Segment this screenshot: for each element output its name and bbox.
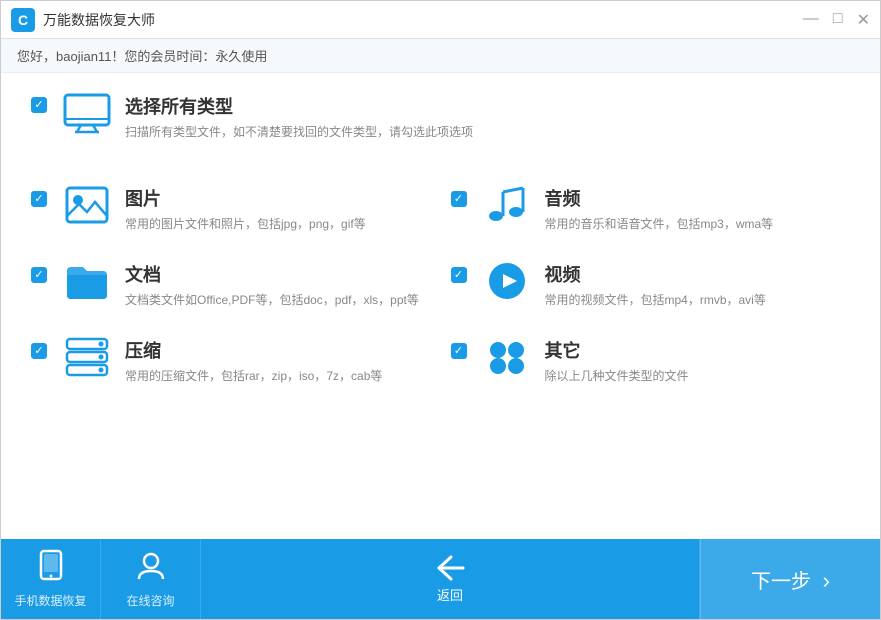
option-compress: 压缩 常用的压缩文件，包括rar，zip，iso，7z，cab等	[31, 323, 431, 399]
select-all-text: 选择所有类型 扫描所有类型文件，如不清楚要找回的文件类型，请勾选此项选项	[125, 93, 473, 141]
document-checkbox[interactable]	[31, 267, 47, 283]
option-image: 图片 常用的图片文件和照片，包括jpg，png，gif等	[31, 171, 431, 247]
compress-text: 压缩 常用的压缩文件，包括rar，zip，iso，7z，cab等	[125, 337, 382, 385]
video-checkbox[interactable]	[451, 267, 467, 283]
document-label: 文档	[125, 261, 419, 287]
compress-description: 常用的压缩文件，包括rar，zip，iso，7z，cab等	[125, 367, 382, 385]
monitor-icon	[63, 93, 111, 133]
phone-recovery-button[interactable]: 手机数据恢复	[1, 539, 101, 619]
back-button[interactable]: 返回	[201, 539, 700, 619]
phone-recovery-icon	[35, 549, 67, 588]
online-consult-label: 在线咨询	[126, 592, 174, 609]
next-text-label: 下一步	[751, 571, 811, 593]
option-video: 视频 常用的视频文件，包括mp4，rmvb，avi等	[451, 247, 851, 323]
options-grid: 图片 常用的图片文件和照片，包括jpg，png，gif等	[31, 171, 850, 399]
audio-icon	[486, 186, 528, 224]
compress-checkbox[interactable]	[31, 343, 47, 359]
next-button[interactable]: 下一步 ›	[700, 539, 880, 619]
video-label: 视频	[545, 261, 766, 287]
image-description: 常用的图片文件和照片，包括jpg，png，gif等	[125, 215, 366, 233]
video-icon-wrap	[483, 261, 531, 301]
compress-icon	[65, 337, 109, 377]
window-controls: — □ ✕	[803, 10, 870, 30]
app-logo: C	[11, 8, 35, 32]
select-all-row: 选择所有类型 扫描所有类型文件，如不清楚要找回的文件类型，请勾选此项选项	[31, 93, 850, 141]
main-content: 选择所有类型 扫描所有类型文件，如不清楚要找回的文件类型，请勾选此项选项	[1, 73, 880, 539]
image-icon-wrap	[63, 185, 111, 225]
other-checkbox-wrap	[451, 343, 467, 359]
main-window: C 万能数据恢复大师 — □ ✕ 您好，baojian11！您的会员时间：永久使…	[0, 0, 881, 620]
other-icon-wrap	[483, 337, 531, 377]
option-other: 其它 除以上几种文件类型的文件	[451, 323, 851, 399]
next-label: 下一步 ›	[751, 565, 830, 594]
titlebar: C 万能数据恢复大师 — □ ✕	[1, 1, 880, 39]
back-btn-content: 返回	[435, 555, 465, 604]
next-arrow-icon: ›	[823, 568, 830, 593]
audio-icon-wrap	[483, 185, 531, 225]
other-icon	[486, 338, 528, 376]
select-all-description: 扫描所有类型文件，如不清楚要找回的文件类型，请勾选此项选项	[125, 123, 473, 141]
other-description: 除以上几种文件类型的文件	[545, 367, 689, 385]
audio-description: 常用的音乐和语音文件，包括mp3，wma等	[545, 215, 774, 233]
footer: 手机数据恢复 在线咨询 返回	[1, 539, 880, 619]
audio-checkbox[interactable]	[451, 191, 467, 207]
monitor-icon-wrap	[63, 93, 111, 133]
select-all-label: 选择所有类型	[125, 93, 473, 119]
image-icon	[65, 186, 109, 224]
phone-recovery-label: 手机数据恢复	[14, 592, 86, 609]
video-checkbox-wrap	[451, 267, 467, 283]
document-icon-wrap	[63, 261, 111, 301]
audio-text: 音频 常用的音乐和语音文件，包括mp3，wma等	[545, 185, 774, 233]
document-description: 文档类文件如Office,PDF等，包括doc，pdf，xls，ppt等	[125, 291, 419, 309]
logo-letter: C	[18, 12, 28, 28]
online-consult-button[interactable]: 在线咨询	[101, 539, 201, 619]
document-text: 文档 文档类文件如Office,PDF等，包括doc，pdf，xls，ppt等	[125, 261, 419, 309]
online-consult-icon	[135, 549, 167, 588]
video-icon	[487, 261, 527, 301]
minimize-button[interactable]: —	[803, 10, 819, 30]
image-checkbox-wrap	[31, 191, 47, 207]
image-text: 图片 常用的图片文件和照片，包括jpg，png，gif等	[125, 185, 366, 233]
video-text: 视频 常用的视频文件，包括mp4，rmvb，avi等	[545, 261, 766, 309]
video-description: 常用的视频文件，包括mp4，rmvb，avi等	[545, 291, 766, 309]
document-checkbox-wrap	[31, 267, 47, 283]
compress-checkbox-wrap	[31, 343, 47, 359]
user-greeting: 您好，baojian11！您的会员时间：永久使用	[17, 46, 267, 65]
back-label: 返回	[437, 585, 463, 604]
userbar: 您好，baojian11！您的会员时间：永久使用	[1, 39, 880, 73]
image-checkbox[interactable]	[31, 191, 47, 207]
app-title: 万能数据恢复大师	[43, 10, 803, 30]
compress-label: 压缩	[125, 337, 382, 363]
document-icon	[65, 261, 109, 301]
image-label: 图片	[125, 185, 366, 211]
close-button[interactable]: ✕	[857, 10, 870, 30]
other-label: 其它	[545, 337, 689, 363]
other-text: 其它 除以上几种文件类型的文件	[545, 337, 689, 385]
option-document: 文档 文档类文件如Office,PDF等，包括doc，pdf，xls，ppt等	[31, 247, 431, 323]
other-checkbox[interactable]	[451, 343, 467, 359]
option-audio: 音频 常用的音乐和语音文件，包括mp3，wma等	[451, 171, 851, 247]
audio-checkbox-wrap	[451, 191, 467, 207]
select-all-checkbox-wrap	[31, 97, 47, 113]
compress-icon-wrap	[63, 337, 111, 377]
maximize-button[interactable]: □	[833, 10, 843, 30]
select-all-checkbox[interactable]	[31, 97, 47, 113]
audio-label: 音频	[545, 185, 774, 211]
back-arrow-icon	[435, 555, 465, 581]
